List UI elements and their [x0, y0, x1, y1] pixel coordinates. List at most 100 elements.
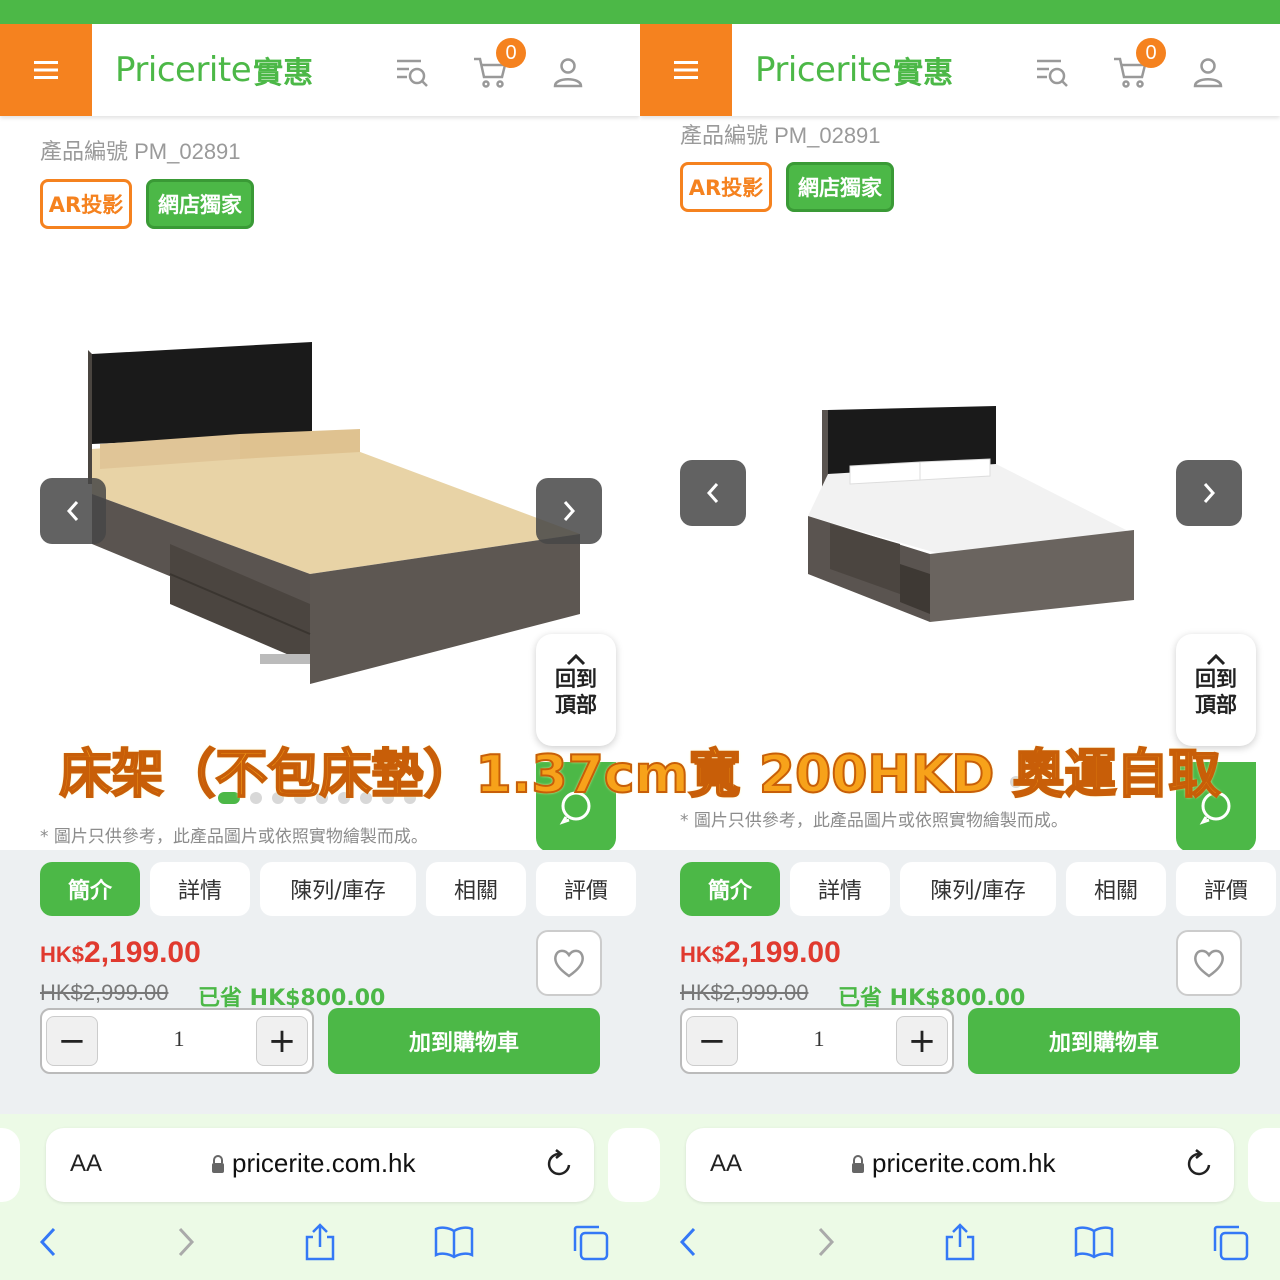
- logo-text-cjk: 實惠: [253, 56, 314, 91]
- cart-count-badge: 0: [1136, 38, 1166, 68]
- menu-button[interactable]: [640, 24, 732, 116]
- product-image-bed-white: [808, 406, 1134, 622]
- original-price: HK$2,999.00: [40, 980, 169, 1005]
- product-tabs: 簡介 詳情 陳列/庫存 相關 評價: [40, 862, 636, 916]
- add-to-cart-button[interactable]: 加到購物車: [328, 1008, 600, 1074]
- back-to-top-label: 回到頂部: [555, 667, 597, 717]
- menu-button[interactable]: [0, 24, 92, 116]
- user-icon[interactable]: [548, 54, 588, 90]
- url-display[interactable]: pricerite.com.hk: [850, 1148, 1056, 1179]
- image-disclaimer: * 圖片只供參考，此產品圖片或依照實物繪製而成。: [40, 827, 428, 847]
- bookmarks-icon[interactable]: [1074, 1222, 1114, 1262]
- add-to-cart-button[interactable]: 加到購物車: [968, 1008, 1240, 1074]
- menu-icon: [34, 61, 58, 79]
- browser-nav-bar: [640, 1212, 1280, 1272]
- browser-toolbar: AA pricerite.com.hk: [0, 1114, 640, 1280]
- decrease-quantity-button[interactable]: −: [686, 1016, 738, 1066]
- tab-details[interactable]: 詳情: [790, 862, 890, 916]
- share-icon[interactable]: [300, 1222, 340, 1262]
- browser-nav-bar: [0, 1212, 640, 1272]
- increase-quantity-button[interactable]: +: [896, 1016, 948, 1066]
- cart-count-badge: 0: [496, 38, 526, 68]
- overlay-caption-banner: 床架（不包床墊）1.37cm寬 200HKD 奧運自取: [58, 744, 1221, 806]
- cart-button[interactable]: 0: [1110, 38, 1166, 90]
- carousel-next-button[interactable]: [1176, 460, 1242, 526]
- right-screen: Pricerite 實惠 0 產品編號 PM_02891 AR投影 網店獨家 回…: [640, 24, 1280, 1280]
- quantity-value[interactable]: 1: [142, 1026, 216, 1052]
- carousel-prev-button[interactable]: [680, 460, 746, 526]
- increase-quantity-button[interactable]: +: [256, 1016, 308, 1066]
- wishlist-button[interactable]: [536, 930, 602, 996]
- product-image-bed-beige: [88, 342, 580, 684]
- current-price: HK$2,199.00: [680, 936, 841, 970]
- forward-icon[interactable]: [806, 1222, 846, 1262]
- next-tab-card[interactable]: [608, 1128, 640, 1202]
- site-logo[interactable]: Pricerite 實惠: [755, 46, 953, 94]
- url-display[interactable]: pricerite.com.hk: [210, 1148, 416, 1179]
- next-tab-card[interactable]: [1248, 1128, 1280, 1202]
- reader-settings-button[interactable]: AA: [70, 1150, 102, 1178]
- reload-icon[interactable]: [546, 1148, 574, 1182]
- cart-button[interactable]: 0: [470, 38, 526, 90]
- price-amount: 2,199.00: [84, 936, 201, 969]
- tab-display-stock[interactable]: 陳列/庫存: [260, 862, 416, 916]
- quantity-value[interactable]: 1: [782, 1026, 856, 1052]
- ar-projection-tag[interactable]: AR投影: [680, 162, 772, 212]
- product-sku: 產品編號 PM_02891: [40, 139, 241, 164]
- ar-projection-tag[interactable]: AR投影: [40, 179, 132, 229]
- address-bar[interactable]: AA pricerite.com.hk: [46, 1128, 594, 1202]
- left-screen: Pricerite 實惠 0 產品編號 PM_02891 AR投影 網店獨家 回…: [0, 24, 640, 1280]
- user-icon[interactable]: [1188, 54, 1228, 90]
- logo-text-latin: Pricerite: [115, 50, 252, 90]
- share-icon[interactable]: [940, 1222, 980, 1262]
- carousel-next-button[interactable]: [536, 478, 602, 544]
- chevron-left-icon: [706, 483, 719, 503]
- price-currency: HK$: [680, 942, 725, 967]
- current-price: HK$2,199.00: [40, 936, 201, 970]
- wishlist-button[interactable]: [1176, 930, 1242, 996]
- chevron-left-icon: [66, 501, 79, 521]
- back-icon[interactable]: [28, 1222, 68, 1262]
- tabs-icon[interactable]: [570, 1222, 610, 1262]
- product-sku: 產品編號 PM_02891: [680, 123, 881, 148]
- back-to-top-label: 回到頂部: [1195, 667, 1237, 717]
- reader-settings-button[interactable]: AA: [710, 1150, 742, 1178]
- status-bar-strip: [0, 0, 1280, 24]
- price-amount: 2,199.00: [724, 936, 841, 969]
- tab-related[interactable]: 相關: [1066, 862, 1166, 916]
- tab-display-stock[interactable]: 陳列/庫存: [900, 862, 1056, 916]
- address-bar[interactable]: AA pricerite.com.hk: [686, 1128, 1234, 1202]
- chevron-up-icon: [566, 653, 586, 666]
- tab-related[interactable]: 相關: [426, 862, 526, 916]
- tab-reviews[interactable]: 評價: [1176, 862, 1276, 916]
- logo-text-latin: Pricerite: [755, 50, 892, 90]
- search-list-icon[interactable]: [1032, 54, 1072, 90]
- reload-icon[interactable]: [1186, 1148, 1214, 1182]
- tab-intro[interactable]: 簡介: [680, 862, 780, 916]
- tab-intro[interactable]: 簡介: [40, 862, 140, 916]
- quantity-stepper: − 1 +: [680, 1008, 954, 1074]
- carousel-prev-button[interactable]: [40, 478, 106, 544]
- forward-icon[interactable]: [166, 1222, 206, 1262]
- screenshot-root: Pricerite 實惠 0 產品編號 PM_02891 AR投影 網店獨家 回…: [0, 0, 1280, 1280]
- logo-text-cjk: 實惠: [893, 56, 954, 91]
- decrease-quantity-button[interactable]: −: [46, 1016, 98, 1066]
- product-tabs: 簡介 詳情 陳列/庫存 相關 評價: [680, 862, 1276, 916]
- back-to-top-button[interactable]: 回到頂部: [1176, 634, 1256, 746]
- price-currency: HK$: [40, 942, 85, 967]
- bookmarks-icon[interactable]: [434, 1222, 474, 1262]
- online-exclusive-tag: 網店獨家: [146, 179, 254, 229]
- prev-tab-card[interactable]: [0, 1128, 20, 1202]
- tabs-icon[interactable]: [1210, 1222, 1250, 1262]
- tab-details[interactable]: 詳情: [150, 862, 250, 916]
- prev-tab-card[interactable]: [640, 1128, 660, 1202]
- back-to-top-button[interactable]: 回到頂部: [536, 634, 616, 746]
- tab-reviews[interactable]: 評價: [536, 862, 636, 916]
- chevron-right-icon: [563, 501, 576, 521]
- back-icon[interactable]: [668, 1222, 708, 1262]
- chevron-right-icon: [1203, 483, 1216, 503]
- site-header: Pricerite 實惠 0: [640, 24, 1280, 116]
- site-logo[interactable]: Pricerite 實惠: [115, 46, 313, 94]
- search-list-icon[interactable]: [392, 54, 432, 90]
- heart-icon: [554, 949, 584, 978]
